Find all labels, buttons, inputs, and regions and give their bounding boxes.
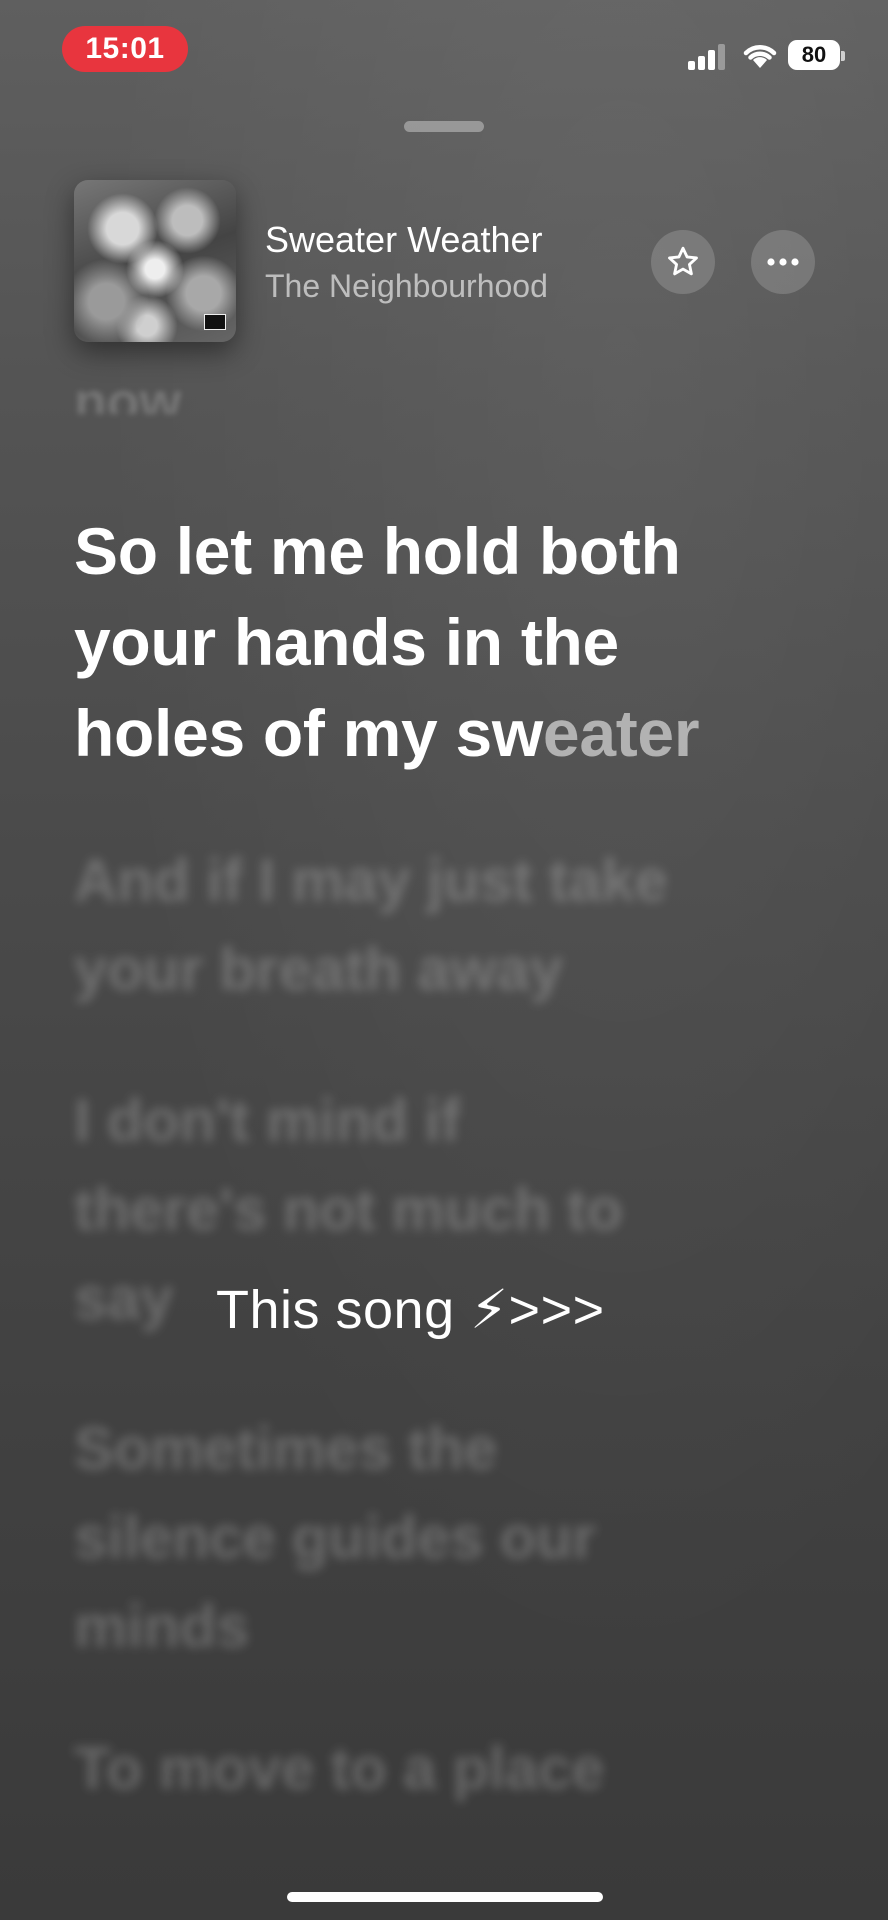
upcoming-lyric-line[interactable]: And if I may just take your breath away <box>74 836 814 1014</box>
upcoming-lyric-line[interactable]: To move to a place <box>74 1724 814 1813</box>
artist-name[interactable]: The Neighbourhood <box>265 268 548 305</box>
current-lyric-line[interactable]: So let me hold both your hands in the ho… <box>74 506 814 779</box>
favorite-button[interactable] <box>651 230 715 294</box>
cellular-signal-icon <box>688 42 728 70</box>
star-icon <box>668 246 698 276</box>
more-options-button[interactable] <box>751 230 815 294</box>
wifi-icon <box>742 40 778 70</box>
battery-indicator: 80 <box>788 40 845 70</box>
album-artwork[interactable] <box>74 180 236 342</box>
song-title[interactable]: Sweater Weather <box>265 219 542 261</box>
status-bar: 15:01 80 <box>0 0 888 100</box>
battery-level: 80 <box>801 42 827 67</box>
upcoming-lyric-line[interactable]: Sometimes the silence guides our minds <box>74 1404 814 1671</box>
sheet-grabber[interactable] <box>404 121 484 132</box>
home-indicator[interactable] <box>287 1892 603 1902</box>
ellipsis-icon <box>767 258 799 266</box>
status-time: 15:01 <box>62 26 188 72</box>
parental-advisory-label <box>204 314 226 330</box>
previous-lyric-line[interactable]: now <box>74 372 814 414</box>
story-caption: This song ⚡>>> <box>216 1280 605 1340</box>
current-lyric-upcoming: eater <box>542 696 700 770</box>
